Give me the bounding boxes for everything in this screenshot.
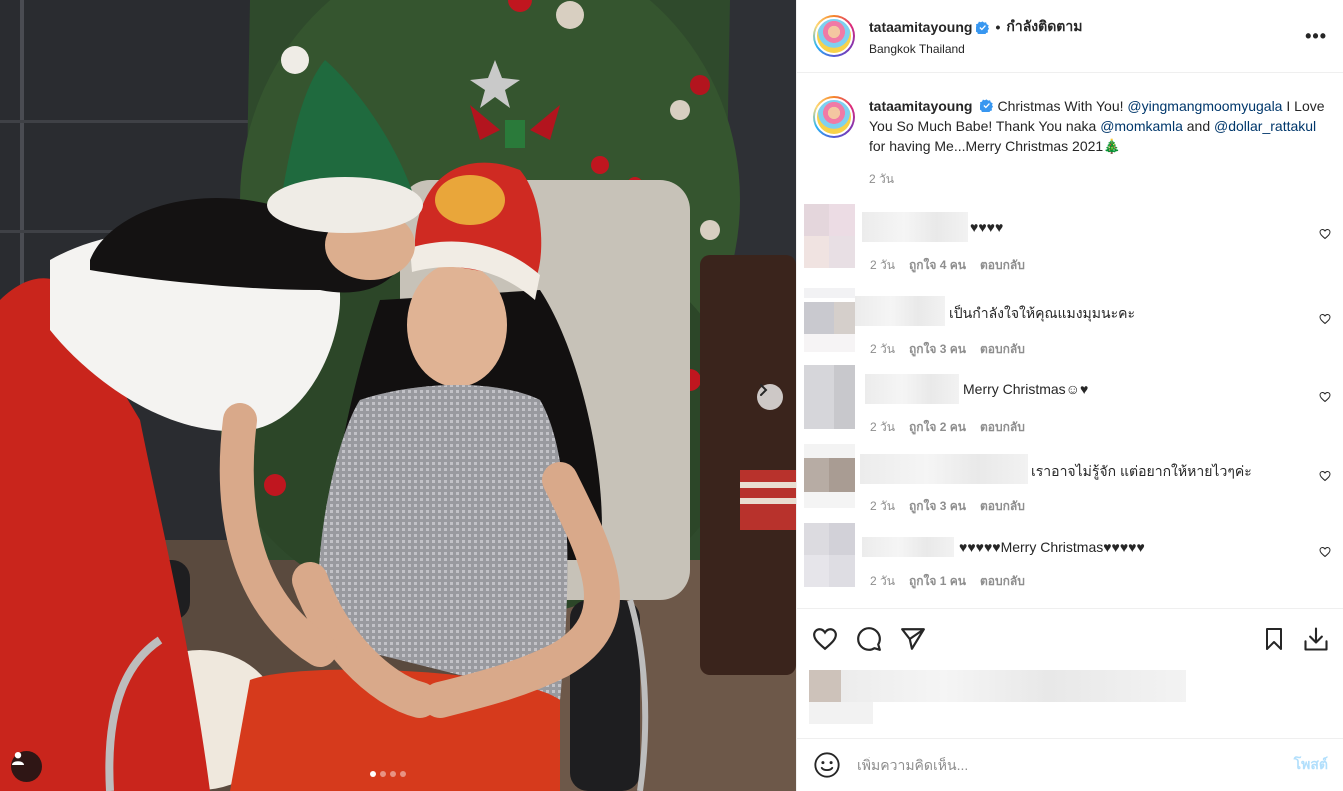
comment-item: เราอาจไม่รู้จัก แต่อยากให้หายไวๆค่ะ 2 วั… [797, 444, 1343, 522]
mention-link[interactable]: @momkamla [1100, 118, 1183, 134]
blurred-username[interactable] [855, 296, 945, 326]
heart-icon[interactable] [1319, 470, 1331, 482]
tagged-users-button[interactable] [11, 751, 42, 782]
reply-button[interactable]: ตอบกลับ [980, 340, 1025, 359]
comments-list[interactable]: tataamitayoung Christmas With You! @yingm… [797, 74, 1343, 608]
carousel-indicator [370, 771, 406, 777]
following-button[interactable]: กำลังติดตาม [1006, 16, 1082, 38]
carousel-dot [370, 771, 376, 777]
comment-meta: 2 วัน ถูกใจ 2 คน ตอบกลับ [870, 418, 1025, 437]
comment-item: ♥♥♥♥♥Merry Christmas♥♥♥♥♥ 2 วัน ถูกใจ 1 … [797, 523, 1343, 601]
more-options-button[interactable]: ••• [1305, 26, 1327, 47]
reply-button[interactable]: ตอบกลับ [980, 497, 1025, 516]
heart-icon[interactable] [1319, 228, 1331, 240]
post-location[interactable]: Bangkok Thailand [869, 42, 1083, 56]
avatar[interactable] [813, 15, 855, 57]
chevron-right-icon [760, 384, 768, 396]
heart-icon[interactable] [1319, 391, 1331, 403]
avatar[interactable] [804, 288, 855, 352]
caption-text: and [1182, 118, 1214, 134]
emoji-icon[interactable] [813, 751, 841, 779]
author-username[interactable]: tataamitayoung [869, 19, 972, 35]
comment-time[interactable]: 2 วัน [870, 256, 895, 275]
caption-text: for having Me...Merry Christmas 2021🎄 [869, 138, 1121, 154]
mention-link[interactable]: @dollar_rattakul [1214, 118, 1316, 134]
post-actions [797, 608, 1343, 668]
heart-icon[interactable] [1319, 546, 1331, 558]
download-button[interactable] [1302, 625, 1330, 653]
comment-text: Merry Christmas☺♥ [963, 381, 1089, 397]
blurred-username[interactable] [865, 374, 959, 404]
comment-time[interactable]: 2 วัน [870, 340, 895, 359]
mention-link[interactable]: @yingmangmoomyugala [1127, 98, 1282, 114]
carousel-dot [400, 771, 406, 777]
comment-input[interactable] [857, 757, 1294, 773]
blurred-username[interactable] [862, 537, 954, 557]
post-header: tataamitayoung • กำลังติดตาม Bangkok Tha… [797, 0, 1343, 73]
heart-icon [813, 627, 837, 650]
save-button[interactable] [1260, 625, 1288, 653]
heart-icon[interactable] [1319, 313, 1331, 325]
caption-timestamp[interactable]: 2 วัน [869, 170, 1343, 189]
comment-item: เป็นกำลังใจให้คุณแมงมุมนะคะ 2 วัน ถูกใจ … [797, 286, 1343, 364]
comment-time[interactable]: 2 วัน [870, 572, 895, 591]
comment-time[interactable]: 2 วัน [870, 418, 895, 437]
comment-text: เป็นกำลังใจให้คุณแมงมุมนะคะ [949, 305, 1135, 321]
comment-meta: 2 วัน ถูกใจ 3 คน ตอบกลับ [870, 340, 1025, 359]
post-sidebar: tataamitayoung • กำลังติดตาม Bangkok Tha… [796, 0, 1343, 791]
verified-badge-icon [976, 20, 990, 34]
download-icon [1304, 626, 1328, 651]
post-comment-button[interactable]: โพสต์ [1294, 754, 1328, 776]
carousel-dot [380, 771, 386, 777]
add-comment-bar: โพสต์ [797, 738, 1343, 791]
comment-meta: 2 วัน ถูกใจ 1 คน ตอบกลับ [870, 572, 1025, 591]
separator-dot: • [995, 19, 1001, 35]
comment-likes[interactable]: ถูกใจ 3 คน [909, 497, 966, 516]
post-photo[interactable] [0, 0, 796, 791]
reply-button[interactable]: ตอบกลับ [980, 572, 1025, 591]
comment-text: ♥♥♥♥♥Merry Christmas♥♥♥♥♥ [959, 539, 1145, 555]
send-icon [901, 627, 925, 650]
comment-likes[interactable]: ถูกใจ 3 คน [909, 340, 966, 359]
comment-likes[interactable]: ถูกใจ 1 คน [909, 572, 966, 591]
avatar[interactable] [804, 523, 855, 587]
caption-username[interactable]: tataamitayoung [869, 98, 972, 114]
carousel-dot [390, 771, 396, 777]
like-button[interactable] [811, 625, 839, 653]
avatar[interactable] [804, 365, 855, 429]
comment-meta: 2 วัน ถูกใจ 3 คน ตอบกลับ [870, 497, 1025, 516]
post-caption: tataamitayoung Christmas With You! @yingm… [797, 74, 1343, 156]
blurred-username[interactable] [862, 212, 968, 242]
comment-text: ♥♥♥♥ [970, 219, 1004, 235]
comment-text: เราอาจไม่รู้จัก แต่อยากให้หายไวๆค่ะ [1031, 463, 1252, 479]
avatar[interactable] [813, 96, 855, 138]
caption-text: Christmas With You! [997, 98, 1128, 114]
avatar[interactable] [804, 204, 855, 268]
avatar[interactable] [804, 444, 855, 508]
comment-time[interactable]: 2 วัน [870, 497, 895, 516]
reply-button[interactable]: ตอบกลับ [980, 256, 1025, 275]
verified-badge-icon [979, 99, 994, 114]
comment-meta: 2 วัน ถูกใจ 4 คน ตอบกลับ [870, 256, 1025, 275]
bookmark-icon [1266, 627, 1282, 650]
share-button[interactable] [899, 625, 927, 653]
comment-likes[interactable]: ถูกใจ 2 คน [909, 418, 966, 437]
photo-illustration [0, 0, 796, 791]
blurred-username[interactable] [860, 454, 1028, 484]
user-icon [12, 752, 24, 765]
comment-likes[interactable]: ถูกใจ 4 คน [909, 256, 966, 275]
comment-item: Merry Christmas☺♥ 2 วัน ถูกใจ 2 คน ตอบกล… [797, 365, 1343, 443]
comment-icon [857, 626, 881, 651]
carousel-next-button[interactable] [757, 384, 783, 410]
comment-button[interactable] [855, 625, 883, 653]
comment-item: ♥♥♥♥ 2 วัน ถูกใจ 4 คน ตอบกลับ [797, 202, 1343, 280]
reply-button[interactable]: ตอบกลับ [980, 418, 1025, 437]
